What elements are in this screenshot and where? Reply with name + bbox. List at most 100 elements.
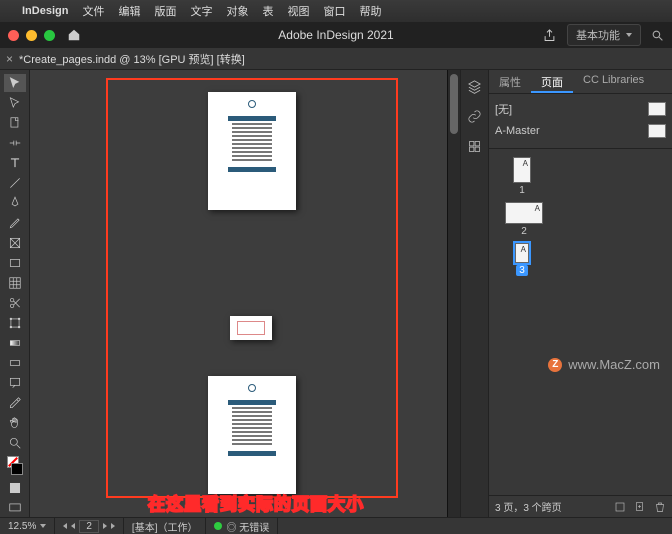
- page-1-thumbnail[interactable]: [208, 92, 296, 210]
- app-titlebar: Adobe InDesign 2021 基本功能: [0, 22, 672, 48]
- master-thumb: [648, 124, 666, 138]
- pages-list: A 1 A 2 A 3 Z www.MacZ.com: [489, 149, 672, 495]
- close-tab-button[interactable]: ×: [6, 52, 13, 66]
- workspace-switcher[interactable]: 基本功能: [567, 24, 641, 46]
- pages-panel: 属性 页面 CC Libraries [无] A-Master A 1 A 2: [488, 70, 672, 517]
- menu-edit[interactable]: 编辑: [118, 3, 140, 19]
- page-number: 2: [521, 226, 527, 237]
- next-page-icon[interactable]: [103, 523, 107, 529]
- first-page-icon[interactable]: [63, 523, 67, 529]
- document-canvas[interactable]: 在这里看到实际的页面大小: [30, 70, 460, 517]
- app-title: Adobe InDesign 2021: [278, 28, 393, 42]
- status-tag: [基本]（工作）: [132, 519, 198, 534]
- free-transform-tool[interactable]: [4, 314, 26, 332]
- document-tab-label[interactable]: *Create_pages.indd @ 13% [GPU 预览] [转换]: [19, 51, 245, 67]
- menu-table[interactable]: 表: [262, 3, 273, 19]
- menu-window[interactable]: 窗口: [323, 3, 345, 19]
- pages-panel-footer: 3 页，3 个跨页: [489, 495, 672, 517]
- workspace-label: 基本功能: [576, 27, 620, 43]
- hand-tool[interactable]: [4, 414, 26, 432]
- grid-tool[interactable]: [4, 274, 26, 292]
- zoom-level-dropdown[interactable]: 12.5%: [0, 518, 55, 534]
- chevron-down-icon: [626, 33, 632, 37]
- tools-panel: [0, 70, 30, 517]
- search-icon[interactable]: [651, 29, 664, 42]
- share-icon[interactable]: [542, 28, 557, 43]
- master-thumb: [648, 102, 666, 116]
- status-bar: 12.5% 2 [基本]（工作） ◎ 无错误: [0, 517, 672, 534]
- edit-page-size-icon[interactable]: [614, 501, 626, 513]
- panel-tabs: 属性 页面 CC Libraries: [489, 70, 672, 94]
- status-preflight[interactable]: ◎ 无错误: [206, 518, 278, 534]
- delete-page-icon[interactable]: [654, 501, 666, 513]
- menu-file[interactable]: 文件: [82, 3, 104, 19]
- status-preflight-profile[interactable]: [基本]（工作）: [124, 518, 207, 534]
- watermark-icon: Z: [548, 358, 562, 372]
- last-page-icon[interactable]: [111, 523, 115, 529]
- prev-page-icon[interactable]: [71, 523, 75, 529]
- page-thumb-2[interactable]: A: [505, 202, 543, 224]
- close-window-button[interactable]: [8, 30, 19, 41]
- screen-mode-toggle[interactable]: [4, 499, 26, 517]
- menu-view[interactable]: 视图: [287, 3, 309, 19]
- document-tab-bar: × *Create_pages.indd @ 13% [GPU 预览] [转换]: [0, 48, 672, 70]
- scrollbar-thumb[interactable]: [450, 74, 458, 134]
- minimize-window-button[interactable]: [26, 30, 37, 41]
- mac-menubar: InDesign 文件 编辑 版面 文字 对象 表 视图 窗口 帮助: [0, 0, 672, 22]
- menu-type[interactable]: 文字: [190, 3, 212, 19]
- zoom-tool[interactable]: [4, 434, 26, 452]
- pages-count-label: 3 页，3 个跨页: [495, 499, 562, 514]
- line-tool[interactable]: [4, 174, 26, 192]
- zoom-window-button[interactable]: [44, 30, 55, 41]
- home-icon[interactable]: [67, 28, 81, 42]
- status-tag: ◎ 无错误: [226, 519, 269, 534]
- swatches-icon[interactable]: [465, 136, 485, 156]
- menu-object[interactable]: 对象: [226, 3, 248, 19]
- gradient-feather-tool[interactable]: [4, 354, 26, 372]
- note-tool[interactable]: [4, 374, 26, 392]
- type-tool[interactable]: [4, 154, 26, 172]
- page-tool[interactable]: [4, 114, 26, 132]
- annotation-text: 在这里看到实际的页面大小: [148, 490, 364, 515]
- master-label: A-Master: [495, 125, 540, 137]
- direct-selection-tool[interactable]: [4, 94, 26, 112]
- collapsed-panels-dock: [460, 70, 488, 517]
- master-none[interactable]: [无]: [495, 98, 666, 120]
- page-thumb-1[interactable]: A: [513, 157, 531, 183]
- menu-layout[interactable]: 版面: [154, 3, 176, 19]
- tab-pages[interactable]: 页面: [531, 70, 573, 93]
- selection-tool[interactable]: [4, 74, 26, 92]
- layers-icon[interactable]: [465, 76, 485, 96]
- app-menu[interactable]: InDesign: [22, 5, 68, 17]
- pencil-tool[interactable]: [4, 214, 26, 232]
- page-thumb-3[interactable]: A: [515, 243, 529, 263]
- fill-stroke-swap[interactable]: [4, 454, 26, 477]
- view-mode-toggle[interactable]: [4, 479, 26, 497]
- page-navigator[interactable]: 2: [55, 518, 124, 534]
- watermark: Z www.MacZ.com: [548, 357, 660, 372]
- masters-section: [无] A-Master: [489, 94, 672, 149]
- menu-help[interactable]: 帮助: [359, 3, 381, 19]
- rectangle-frame-tool[interactable]: [4, 234, 26, 252]
- chevron-down-icon: [40, 524, 46, 528]
- master-label: [无]: [495, 101, 512, 117]
- new-page-icon[interactable]: [634, 501, 646, 513]
- page-2-thumbnail[interactable]: [230, 316, 272, 340]
- page-number: 1: [519, 185, 525, 196]
- tab-properties[interactable]: 属性: [489, 70, 531, 93]
- watermark-text: www.MacZ.com: [568, 357, 660, 372]
- scissors-tool[interactable]: [4, 294, 26, 312]
- vertical-scrollbar[interactable]: [447, 70, 460, 517]
- preflight-ok-icon: [214, 522, 222, 530]
- page-3-thumbnail[interactable]: [208, 376, 296, 494]
- links-icon[interactable]: [465, 106, 485, 126]
- tab-cc-libraries[interactable]: CC Libraries: [573, 70, 654, 93]
- rectangle-tool[interactable]: [4, 254, 26, 272]
- gradient-swatch-tool[interactable]: [4, 334, 26, 352]
- pen-tool[interactable]: [4, 194, 26, 212]
- gap-tool[interactable]: [4, 134, 26, 152]
- master-a[interactable]: A-Master: [495, 120, 666, 142]
- eyedropper-tool[interactable]: [4, 394, 26, 412]
- current-page-field[interactable]: 2: [79, 520, 99, 533]
- window-controls: [8, 30, 55, 41]
